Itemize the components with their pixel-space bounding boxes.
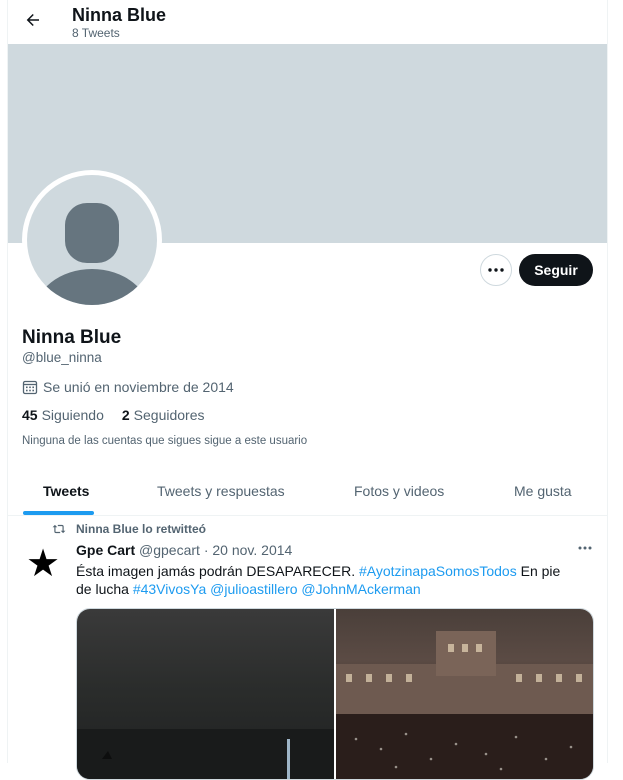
- tweet-photo[interactable]: [336, 609, 593, 779]
- followers-count: 2: [121, 407, 130, 423]
- tweet-text: Ésta imagen jamás podrán DESAPARECER. #A…: [76, 562, 576, 598]
- retweet-text[interactable]: Ninna Blue lo retwitteó: [76, 522, 206, 536]
- tweet-photo[interactable]: [77, 609, 334, 779]
- mention-link[interactable]: @JohnMAckerman: [301, 581, 420, 597]
- tab-tweets[interactable]: Tweets: [43, 466, 89, 515]
- tab-tweets-replies[interactable]: Tweets y respuestas: [157, 466, 285, 515]
- avatar[interactable]: [22, 170, 162, 310]
- profile-name: Ninna Blue: [22, 327, 122, 348]
- following-stat[interactable]: 45 Siguiendo: [22, 407, 104, 423]
- active-tab-indicator: [23, 511, 94, 515]
- more-icon: [578, 546, 592, 550]
- join-date-text: Se unió en noviembre de 2014: [43, 379, 234, 395]
- followers-stat[interactable]: 2 Seguidores: [122, 407, 205, 423]
- tweet-media: [76, 608, 594, 780]
- follow-button[interactable]: Seguir: [519, 254, 593, 286]
- tab-likes[interactable]: Me gusta: [514, 466, 572, 515]
- header-tweet-count: 8 Tweets: [72, 26, 120, 40]
- more-icon: [488, 268, 504, 272]
- profile-handle: @blue_ninna: [22, 350, 102, 365]
- following-label: Siguiendo: [41, 407, 104, 423]
- join-date: Se unió en noviembre de 2014: [22, 379, 234, 395]
- followers-label: Seguidores: [133, 407, 205, 423]
- profile-column: Ninna Blue 8 Tweets Seguir Ninna Blue @b…: [7, 0, 608, 780]
- following-count: 45: [22, 407, 38, 423]
- profile-tabs: Tweets Tweets y respuestas Fotos y video…: [8, 466, 607, 516]
- back-arrow-icon[interactable]: [22, 9, 44, 31]
- follow-stats: 45 Siguiendo 2 Seguidores: [22, 407, 204, 423]
- hashtag-link[interactable]: #43VivosYa: [133, 581, 206, 597]
- followed-by-note: Ninguna de las cuentas que sigues sigue …: [22, 435, 308, 447]
- tweet-author[interactable]: Gpe Cart: [76, 542, 135, 558]
- tweet-date[interactable]: 20 nov. 2014: [212, 542, 292, 558]
- tweet-separator: ·: [203, 542, 209, 558]
- calendar-icon: [22, 380, 38, 395]
- mention-link[interactable]: @julioastillero: [210, 581, 297, 597]
- tweet-text-part: Ésta imagen jamás podrán DESAPARECER.: [76, 563, 359, 579]
- header-name: Ninna Blue: [72, 5, 167, 25]
- retweet-icon: [52, 524, 66, 534]
- tweet-handle[interactable]: @gpecart: [139, 542, 200, 558]
- tweet-header: Gpe Cart @gpecart · 20 nov. 2014: [76, 542, 292, 558]
- default-avatar-icon: [27, 175, 157, 305]
- top-bar: Ninna Blue 8 Tweets: [8, 0, 607, 44]
- hashtag-link[interactable]: #AyotzinapaSomosTodos: [359, 563, 517, 579]
- retweet-context: Ninna Blue lo retwitteó: [52, 522, 206, 536]
- tab-media[interactable]: Fotos y videos: [354, 466, 444, 515]
- tweet-more-button[interactable]: [575, 538, 595, 558]
- more-options-button[interactable]: [480, 254, 512, 286]
- star-icon[interactable]: ★: [26, 545, 60, 583]
